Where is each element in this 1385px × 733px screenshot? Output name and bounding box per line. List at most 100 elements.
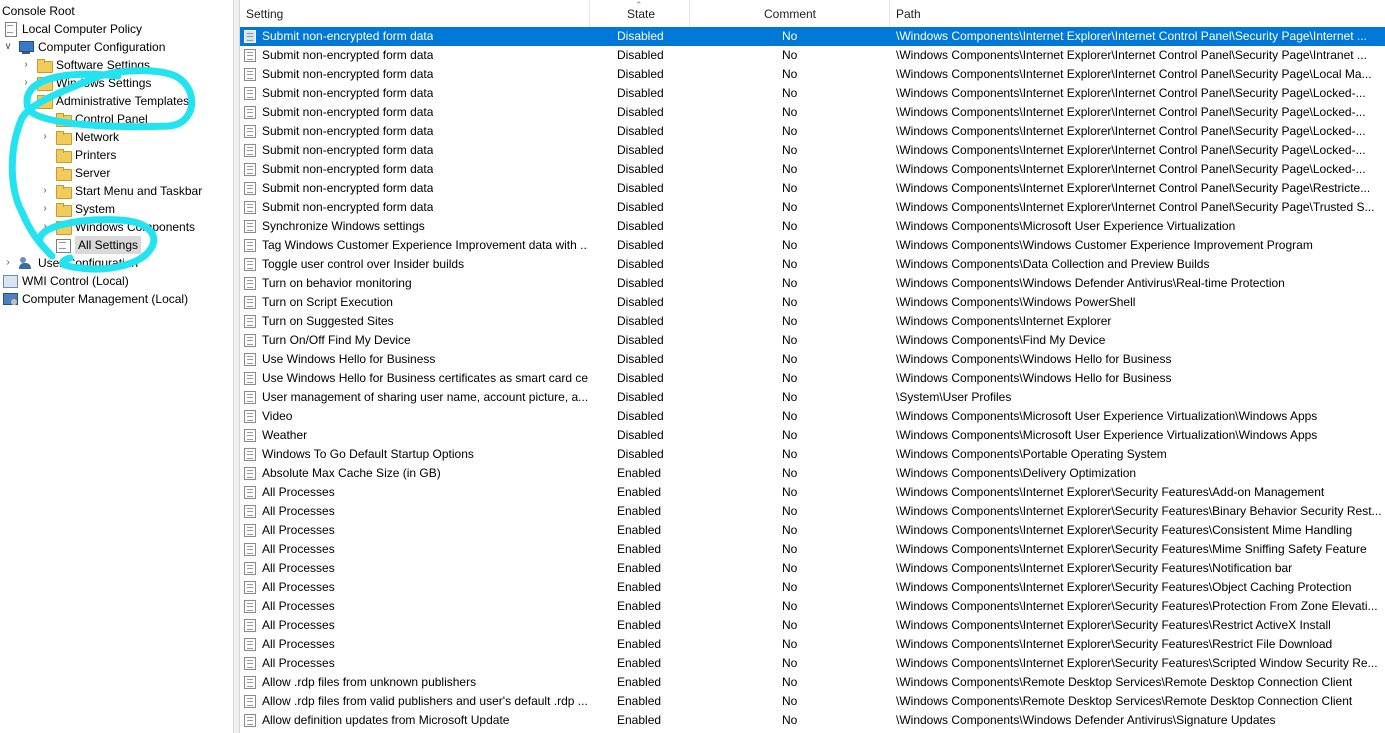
comment-cell: No — [782, 542, 798, 556]
path-cell: \Windows Components\Internet Explorer\Se… — [896, 637, 1333, 651]
path-cell: \Windows Components\Internet Explorer\In… — [896, 48, 1367, 62]
setting-row[interactable]: Weather Disabled No \Windows Components\Mic… — [240, 426, 1385, 445]
path-cell: \Windows Components\Internet Explorer\Se… — [896, 656, 1378, 670]
policy-setting-icon — [244, 695, 256, 708]
chevron-right-icon[interactable]: › — [20, 77, 32, 89]
comment-cell: No — [782, 447, 798, 461]
policy-setting-icon — [244, 467, 256, 480]
setting-row[interactable]: Tag Windows Customer Experience Improvem… — [240, 236, 1385, 255]
tree-node-network[interactable]: › Network — [39, 128, 119, 146]
chevron-right-icon[interactable]: › — [39, 203, 51, 215]
setting-row[interactable]: Submit non-encrypted form data Disabled No… — [240, 141, 1385, 160]
comment-cell: No — [782, 162, 798, 176]
tree-node-software-settings[interactable]: › Software Settings — [20, 56, 150, 74]
setting-row[interactable]: Use Windows Hello for Business certifica… — [240, 369, 1385, 388]
setting-row[interactable]: Submit non-encrypted form data Disabled No… — [240, 179, 1385, 198]
tree-label: Control Panel — [75, 112, 148, 126]
state-cell: Enabled — [617, 694, 662, 708]
column-header-setting[interactable]: Setting — [240, 0, 590, 27]
comment-cell: No — [782, 656, 798, 670]
setting-row[interactable]: All Processes Enabled No \Windows Component… — [240, 578, 1385, 597]
tree-node-windows-settings[interactable]: › Windows Settings — [20, 74, 151, 92]
setting-row[interactable]: Allow .rdp files from valid publishers a… — [240, 692, 1385, 711]
setting-row[interactable]: Turn on Suggested Sites Disabled No \Window… — [240, 312, 1385, 331]
tree-node-all-settings[interactable]: › All Settings — [39, 236, 142, 254]
setting-row[interactable]: All Processes Enabled No \Windows Component… — [240, 597, 1385, 616]
column-header-bar: Setting ⌃ State Comment Path — [240, 0, 1385, 28]
chevron-down-icon[interactable]: ∨ — [20, 95, 32, 107]
tree-node-administrative-templates[interactable]: ∨ Administrative Templates — [20, 92, 189, 110]
tree-node-user-configuration[interactable]: › User Configuration — [2, 254, 138, 272]
chevron-right-icon[interactable]: › — [39, 221, 51, 233]
setting-row[interactable]: Submit non-encrypted form data Disabled No… — [240, 103, 1385, 122]
setting-name: Submit non-encrypted form data — [262, 48, 434, 62]
comment-cell: No — [782, 257, 798, 271]
setting-row[interactable]: Synchronize Windows settings Disabled No \W… — [240, 217, 1385, 236]
policy-setting-icon — [244, 163, 256, 176]
tree-node-windows-components[interactable]: › Windows Components — [39, 218, 195, 236]
chevron-down-icon[interactable]: ∨ — [2, 41, 14, 53]
setting-row[interactable]: Allow .rdp files from unknown publishers… — [240, 673, 1385, 692]
tree-node-start-menu-taskbar[interactable]: › Start Menu and Taskbar — [39, 182, 202, 200]
tree-node-wmi-control[interactable]: WMI Control (Local) — [2, 272, 129, 290]
tree-node-server[interactable]: › Server — [39, 164, 110, 182]
setting-row[interactable]: All Processes Enabled No \Windows Component… — [240, 540, 1385, 559]
setting-row[interactable]: Submit non-encrypted form data Disabled No… — [240, 84, 1385, 103]
setting-row[interactable]: All Processes Enabled No \Windows Component… — [240, 521, 1385, 540]
setting-row[interactable]: All Processes Enabled No \Windows Component… — [240, 483, 1385, 502]
comment-cell: No — [782, 181, 798, 195]
tree-node-system[interactable]: › System — [39, 200, 115, 218]
column-header-state[interactable]: ⌃ State — [590, 0, 690, 27]
path-cell: \Windows Components\Internet Explorer\Se… — [896, 599, 1378, 613]
tree-node-printers[interactable]: › Printers — [39, 146, 116, 164]
chevron-right-icon[interactable]: › — [39, 131, 51, 143]
setting-row[interactable]: Allow definition updates from Microsoft … — [240, 711, 1385, 730]
setting-cell: Submit non-encrypted form data — [244, 65, 588, 84]
setting-row[interactable]: Submit non-encrypted form data Disabled No… — [240, 122, 1385, 141]
path-cell: \Windows Components\Windows Defender Ant… — [896, 713, 1276, 727]
tree-node-local-computer-policy[interactable]: Local Computer Policy — [2, 20, 142, 38]
comment-cell: No — [782, 580, 798, 594]
tree-node-computer-configuration[interactable]: ∨ Computer Configuration — [2, 38, 165, 56]
setting-row[interactable]: Submit non-encrypted form data Disabled No… — [240, 27, 1385, 46]
setting-row[interactable]: Submit non-encrypted form data Disabled No… — [240, 46, 1385, 65]
setting-row[interactable]: User management of sharing user name, ac… — [240, 388, 1385, 407]
chevron-right-icon[interactable]: › — [39, 185, 51, 197]
setting-row[interactable]: All Processes Enabled No \Windows Component… — [240, 635, 1385, 654]
setting-row[interactable]: Absolute Max Cache Size (in GB) Enabled No… — [240, 464, 1385, 483]
setting-row[interactable]: Turn on behavior monitoring Disabled No \Wi… — [240, 274, 1385, 293]
path-cell: \Windows Components\Remote Desktop Servi… — [896, 675, 1353, 689]
path-cell: \Windows Components\Internet Explorer\Se… — [896, 542, 1367, 556]
pane-splitter[interactable] — [233, 0, 240, 733]
setting-row[interactable]: Submit non-encrypted form data Disabled No… — [240, 160, 1385, 179]
setting-row[interactable]: Use Windows Hello for Business Disabled No… — [240, 350, 1385, 369]
tree-node-control-panel[interactable]: › Control Panel — [39, 110, 148, 128]
setting-row[interactable]: All Processes Enabled No \Windows Component… — [240, 616, 1385, 635]
setting-row[interactable]: All Processes Enabled No \Windows Component… — [240, 502, 1385, 521]
setting-row[interactable]: Toggle user control over Insider builds D… — [240, 255, 1385, 274]
setting-name: Submit non-encrypted form data — [262, 29, 434, 43]
chevron-right-icon[interactable]: › — [20, 59, 32, 71]
setting-row[interactable]: Windows To Go Default Startup Options Dis… — [240, 445, 1385, 464]
setting-cell: Submit non-encrypted form data — [244, 27, 588, 46]
column-header-comment[interactable]: Comment — [690, 0, 890, 27]
tree-node-console-root[interactable]: Console Root — [2, 2, 75, 20]
state-cell: Disabled — [617, 295, 664, 309]
setting-row[interactable]: Video Disabled No \Windows Components\Micro… — [240, 407, 1385, 426]
column-header-path[interactable]: Path — [890, 0, 1385, 27]
tree-label: Software Settings — [56, 58, 151, 72]
setting-row[interactable]: Submit non-encrypted form data Disabled No… — [240, 65, 1385, 84]
setting-row[interactable]: Turn on Script Execution Disabled No \Windo… — [240, 293, 1385, 312]
setting-row[interactable]: All Processes Enabled No \Windows Component… — [240, 654, 1385, 673]
state-cell: Disabled — [617, 352, 664, 366]
chevron-right-icon[interactable]: › — [2, 257, 14, 269]
setting-row[interactable]: Turn On/Off Find My Device Disabled No \Win… — [240, 331, 1385, 350]
policy-setting-icon — [244, 562, 256, 575]
setting-row[interactable]: Submit non-encrypted form data Disabled No… — [240, 198, 1385, 217]
setting-cell: Windows To Go Default Startup Options — [244, 445, 588, 464]
setting-cell: Allow .rdp files from valid publishers a… — [244, 692, 588, 711]
setting-name: Turn on behavior monitoring — [262, 276, 412, 290]
comment-cell: No — [782, 67, 798, 81]
tree-node-computer-management[interactable]: Computer Management (Local) — [2, 290, 188, 308]
setting-row[interactable]: All Processes Enabled No \Windows Component… — [240, 559, 1385, 578]
